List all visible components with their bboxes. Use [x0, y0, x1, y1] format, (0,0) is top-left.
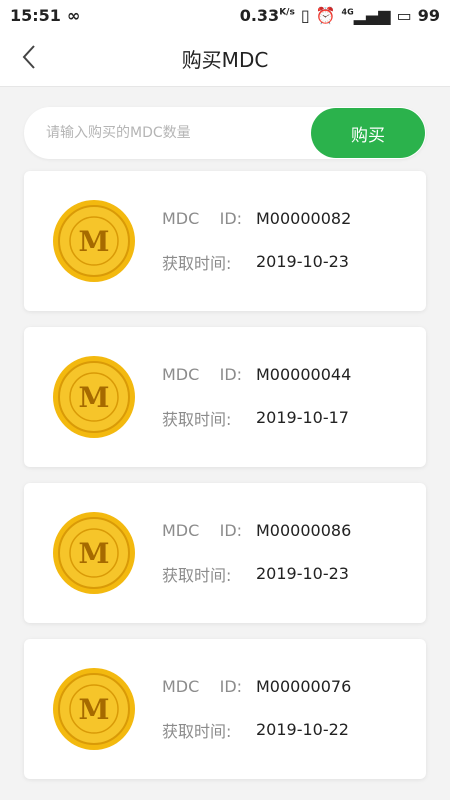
status-time: 15:51 [10, 5, 61, 25]
svg-text:M: M [79, 381, 110, 414]
mdc-coin-icon: M [53, 356, 135, 438]
id-label: MDC ID: [162, 208, 243, 228]
battery-level: 99 [417, 5, 440, 25]
network-speed: 0.33K/s [239, 5, 295, 25]
mdc-card[interactable]: M MDC ID: M00000076 获取时间: 2019-10-22 [24, 639, 426, 779]
id-label: MDC ID: [162, 364, 243, 384]
mdc-coin-icon: M [53, 200, 135, 282]
time-label: 获取时间: [162, 721, 232, 741]
id-label: MDC ID: [162, 676, 243, 696]
quantity-input[interactable] [24, 112, 311, 154]
mdc-list: M MDC ID: M00000082 获取时间: 2019-10-23 M MDC… [0, 171, 450, 779]
svg-text:M: M [79, 225, 110, 258]
page-title: 购买MDC [181, 47, 269, 72]
acquired-date: 2019-10-23 [256, 252, 349, 271]
mdc-coin-icon: M [53, 512, 135, 594]
mdc-info: MDC ID: M00000044 获取时间: 2019-10-17 [162, 365, 351, 430]
mdc-card[interactable]: M MDC ID: M00000044 获取时间: 2019-10-17 [24, 327, 426, 467]
mdc-info: MDC ID: M00000082 获取时间: 2019-10-23 [162, 209, 351, 274]
mdc-id: M00000076 [256, 676, 352, 696]
buy-bar: 购买 [24, 107, 426, 159]
time-label: 获取时间: [162, 565, 232, 585]
mdc-card[interactable]: M MDC ID: M00000086 获取时间: 2019-10-23 [24, 483, 426, 623]
buy-button[interactable]: 购买 [311, 108, 425, 158]
time-label: 获取时间: [162, 409, 232, 429]
mdc-id: M00000082 [256, 208, 352, 228]
mdc-info: MDC ID: M00000076 获取时间: 2019-10-22 [162, 677, 351, 742]
status-bar: 15:51 ∞ 0.33K/s ▯ ⏰ 4G▂▄▆ ▭ 99 [0, 0, 450, 30]
time-label: 获取时间: [162, 253, 232, 273]
mdc-id: M00000044 [256, 364, 352, 384]
signal-icon: 4G▂▄▆ [341, 5, 391, 25]
id-label: MDC ID: [162, 520, 243, 540]
vibrate-icon: ▯ [300, 5, 310, 25]
mdc-coin-icon: M [53, 668, 135, 750]
mdc-id: M00000086 [256, 520, 352, 540]
svg-text:M: M [79, 693, 110, 726]
svg-text:M: M [79, 537, 110, 570]
mdc-info: MDC ID: M00000086 获取时间: 2019-10-23 [162, 521, 351, 586]
acquired-date: 2019-10-22 [256, 720, 349, 739]
nav-header: 购买MDC [0, 30, 450, 87]
acquired-date: 2019-10-23 [256, 564, 349, 583]
mdc-card[interactable]: M MDC ID: M00000082 获取时间: 2019-10-23 [24, 171, 426, 311]
infinity-icon: ∞ [66, 5, 81, 25]
battery-icon: ▭ [396, 5, 412, 25]
back-button[interactable] [14, 42, 44, 72]
acquired-date: 2019-10-17 [256, 408, 349, 427]
alarm-icon: ⏰ [315, 5, 336, 25]
chevron-left-icon [22, 45, 35, 69]
